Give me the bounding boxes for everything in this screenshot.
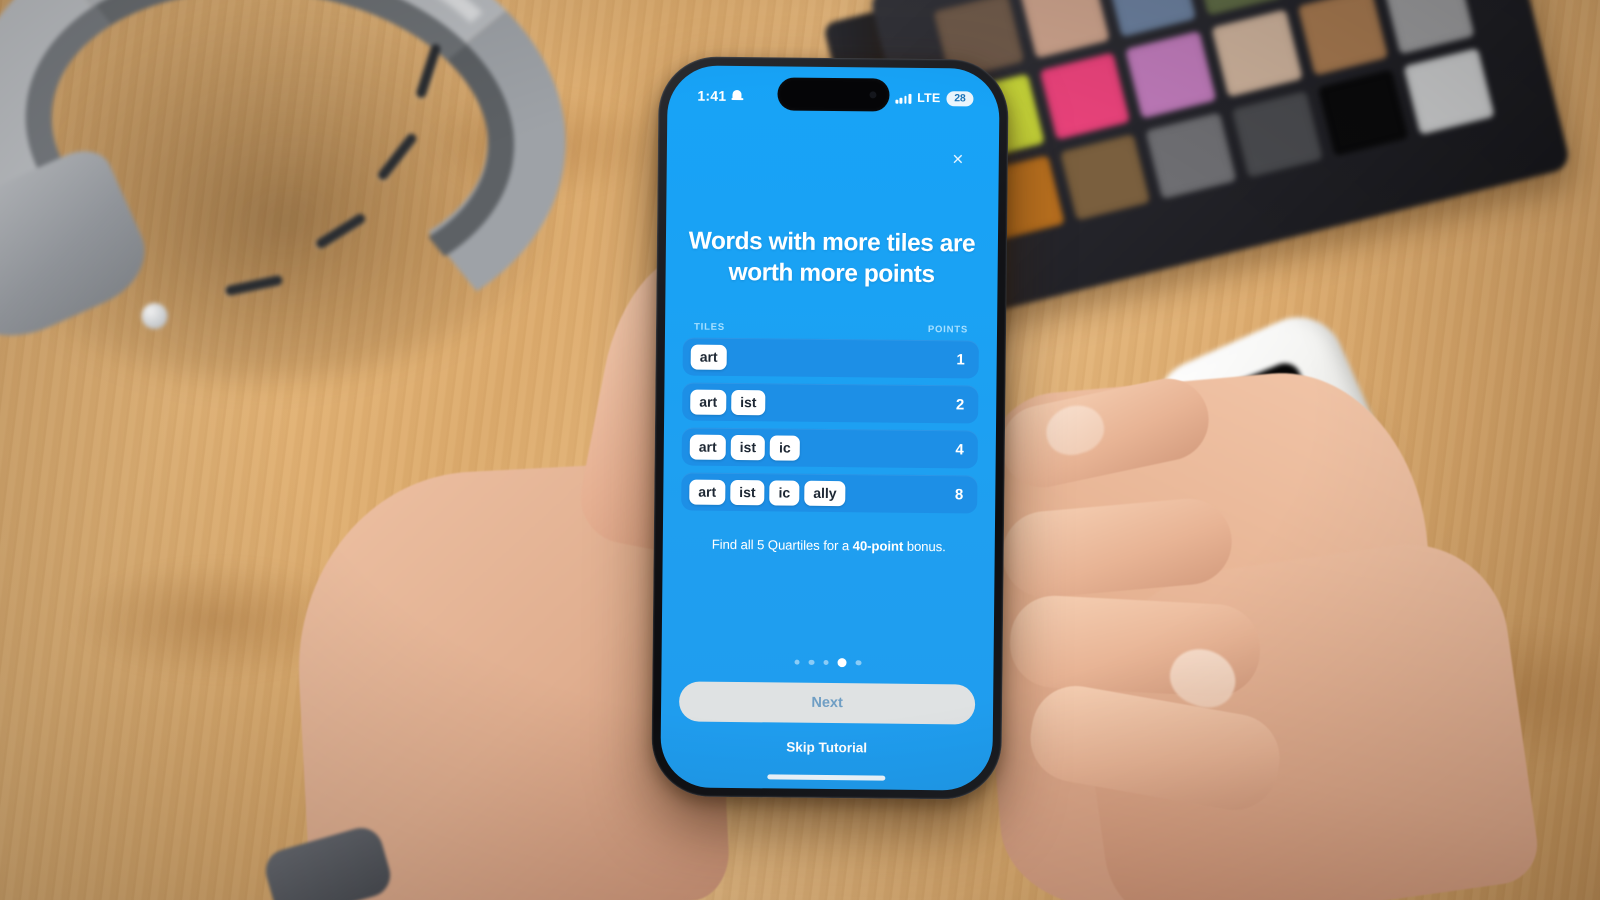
- table-row: art ist 2: [682, 382, 979, 424]
- pagination-dot[interactable]: [794, 659, 800, 665]
- front-camera-lens: [869, 91, 877, 99]
- color-swatch: [1145, 111, 1237, 200]
- tile-group: art ist: [690, 389, 766, 416]
- network-label: LTE: [917, 90, 941, 106]
- color-swatch: [1125, 30, 1217, 119]
- page-title: Words with more tiles are worth more poi…: [688, 227, 976, 289]
- points-value: 8: [954, 486, 964, 504]
- points-value: 1: [956, 351, 965, 369]
- word-tile: ist: [730, 479, 765, 506]
- points-value: 4: [955, 441, 964, 459]
- column-header-tiles: TILES: [693, 321, 726, 334]
- tutorial-content: Words with more tiles are worth more poi…: [660, 185, 998, 790]
- pagination-dot-active[interactable]: [837, 658, 847, 668]
- word-tile: ic: [769, 480, 800, 506]
- bell-silent-icon: [731, 89, 743, 102]
- tile-group: art ist ic: [689, 434, 800, 461]
- phone-screen: 1:41 LTE 28 × Words with more tiles are …: [660, 65, 1000, 791]
- pagination-dot[interactable]: [855, 660, 862, 666]
- word-tile: art: [690, 389, 727, 415]
- bonus-highlight: 40-point: [852, 538, 904, 554]
- word-tile: art: [689, 434, 726, 460]
- color-swatch: [1297, 0, 1389, 76]
- color-swatch: [1059, 133, 1151, 221]
- color-swatch: [1211, 9, 1303, 98]
- tile-group: art: [690, 344, 727, 370]
- table-row: art 1: [682, 337, 979, 379]
- bonus-suffix: bonus.: [903, 538, 946, 555]
- pagination-dot[interactable]: [823, 659, 829, 666]
- points-value: 2: [955, 396, 965, 414]
- status-bar-left: 1:41: [697, 88, 743, 104]
- close-icon[interactable]: ×: [945, 146, 971, 172]
- color-swatch: [1039, 52, 1131, 141]
- column-header-points: POINTS: [927, 324, 969, 336]
- color-swatch: [1231, 90, 1323, 179]
- photo-scene: 1:41 LTE 28 × Words with more tiles are …: [0, 0, 1600, 900]
- pagination-dots[interactable]: [680, 656, 976, 668]
- color-swatch: [1018, 0, 1111, 60]
- color-swatch: [1383, 0, 1475, 55]
- cellular-signal-icon: [895, 92, 912, 104]
- examples-table: art 1 art ist 2 art ist ic 4 art ist ic ally 8: [681, 337, 979, 514]
- smartphone-device: 1:41 LTE 28 × Words with more tiles are …: [651, 56, 1009, 800]
- status-bar-time: 1:41: [697, 87, 727, 104]
- word-tile: art: [689, 479, 726, 505]
- tile-group: art ist ic ally: [689, 479, 846, 506]
- word-tile: ic: [769, 435, 800, 461]
- status-bar-right: LTE 28: [895, 90, 974, 106]
- next-button[interactable]: Next: [678, 681, 976, 725]
- color-swatch: [1104, 0, 1197, 38]
- word-tile: ist: [730, 434, 766, 461]
- color-swatch: [1317, 68, 1409, 157]
- bottom-spacer: [678, 753, 974, 790]
- table-row: art ist ic ally 8: [681, 472, 978, 514]
- bonus-prefix: Find all 5 Quartiles for a: [711, 536, 853, 554]
- table-row: art ist ic 4: [681, 427, 978, 469]
- word-tile: ally: [804, 480, 846, 506]
- battery-indicator: 28: [946, 90, 974, 106]
- pagination-dot[interactable]: [808, 659, 815, 666]
- word-tile: art: [690, 344, 727, 370]
- dynamic-island: [777, 77, 890, 112]
- color-swatch: [1403, 47, 1495, 136]
- word-tile: ist: [731, 389, 766, 416]
